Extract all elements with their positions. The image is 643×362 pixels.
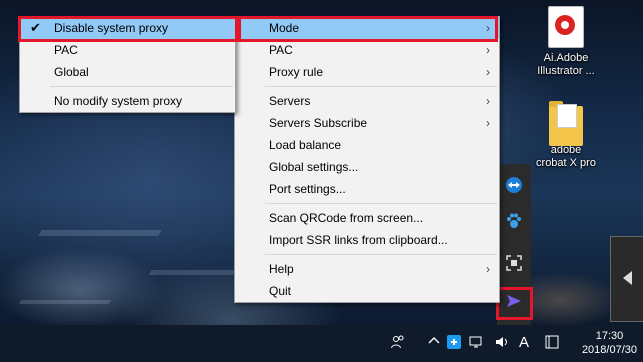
menu-item-label: Load balance (269, 138, 342, 152)
context-menu: Mode › PAC › Proxy rule › Servers › Serv… (234, 16, 500, 303)
folder-icon (549, 101, 583, 146)
menu-item-pac[interactable]: PAC › (235, 39, 499, 61)
menu-item-label: Import SSR links from clipboard... (269, 233, 448, 247)
chevron-up-icon[interactable] (425, 334, 443, 352)
annotation-highlight-tray-icon (496, 287, 533, 320)
clock-date: 2018/07/30 (581, 344, 637, 356)
menu-item-label: Port settings... (269, 182, 346, 196)
screenshot-icon[interactable] (503, 252, 525, 274)
menu-item-label: No modify system proxy (54, 94, 183, 108)
submenu-arrow-icon: › (486, 116, 490, 130)
volume-icon[interactable] (493, 334, 511, 352)
input-indicator[interactable]: A (515, 334, 533, 352)
menu-item-label: Servers Subscribe (269, 116, 368, 130)
desktop-icon-acrobat[interactable]: adobe crobat X pro (521, 100, 611, 170)
desktop-icon-label: Ai.Adobe (543, 52, 589, 64)
submenu-item-global[interactable]: Global (20, 61, 235, 83)
menu-item-label: PAC (269, 43, 293, 57)
submenu-item-pac[interactable]: PAC (20, 39, 235, 61)
submenu-arrow-icon: › (486, 94, 490, 108)
clock-time: 17:30 (595, 330, 624, 342)
partial-window (610, 236, 643, 322)
network-icon[interactable] (468, 334, 486, 352)
bluetooth-app-icon[interactable] (445, 334, 463, 352)
action-center-icon[interactable] (543, 334, 561, 352)
menu-separator (265, 86, 497, 87)
taskbar: A 17:30 2018/07/30 (0, 325, 643, 362)
annotation-highlight-disable-proxy (18, 16, 238, 42)
menu-item-servers-subscribe[interactable]: Servers Subscribe › (235, 112, 499, 134)
play-back-icon (623, 271, 632, 285)
menu-item-help[interactable]: Help › (235, 258, 499, 280)
menu-item-label: Global (54, 65, 89, 79)
annotation-highlight-mode (238, 16, 498, 42)
menu-item-label: Quit (269, 284, 292, 298)
submenu-item-no-modify-system-proxy[interactable]: No modify system proxy (20, 90, 235, 112)
desktop-icon-label: Illustrator ... (537, 65, 595, 77)
teamviewer-icon[interactable] (503, 174, 525, 196)
menu-item-global-settings[interactable]: Global settings... (235, 156, 499, 178)
submenu-arrow-icon: › (486, 262, 490, 276)
desktop-icon-label: crobat X pro (536, 157, 596, 169)
menu-item-label: Global settings... (269, 160, 359, 174)
taskbar-clock[interactable]: 17:30 2018/07/30 (582, 329, 637, 357)
submenu-arrow-icon: › (486, 43, 490, 57)
menu-separator (265, 203, 497, 204)
menu-separator (50, 86, 233, 87)
menu-item-proxy-rule[interactable]: Proxy rule › (235, 61, 499, 83)
menu-item-label: Proxy rule (269, 65, 324, 79)
desktop-icon-illustrator[interactable]: Ai.Adobe Illustrator ... (521, 6, 611, 78)
paw-icon[interactable] (503, 210, 525, 232)
pdf-file-icon (548, 6, 584, 48)
submenu-arrow-icon: › (486, 65, 490, 79)
menu-separator (265, 254, 497, 255)
menu-item-load-balance[interactable]: Load balance (235, 134, 499, 156)
menu-item-scan-qrcode[interactable]: Scan QRCode from screen... (235, 207, 499, 229)
menu-item-quit[interactable]: Quit (235, 280, 499, 302)
menu-item-import-ssr-links[interactable]: Import SSR links from clipboard... (235, 229, 499, 251)
menu-item-label: Help (269, 262, 294, 276)
menu-item-port-settings[interactable]: Port settings... (235, 178, 499, 200)
menu-item-label: Scan QRCode from screen... (269, 211, 424, 225)
menu-item-servers[interactable]: Servers › (235, 90, 499, 112)
menu-item-label: Servers (269, 94, 311, 108)
menu-item-label: PAC (54, 43, 78, 57)
people-icon[interactable] (389, 334, 407, 352)
